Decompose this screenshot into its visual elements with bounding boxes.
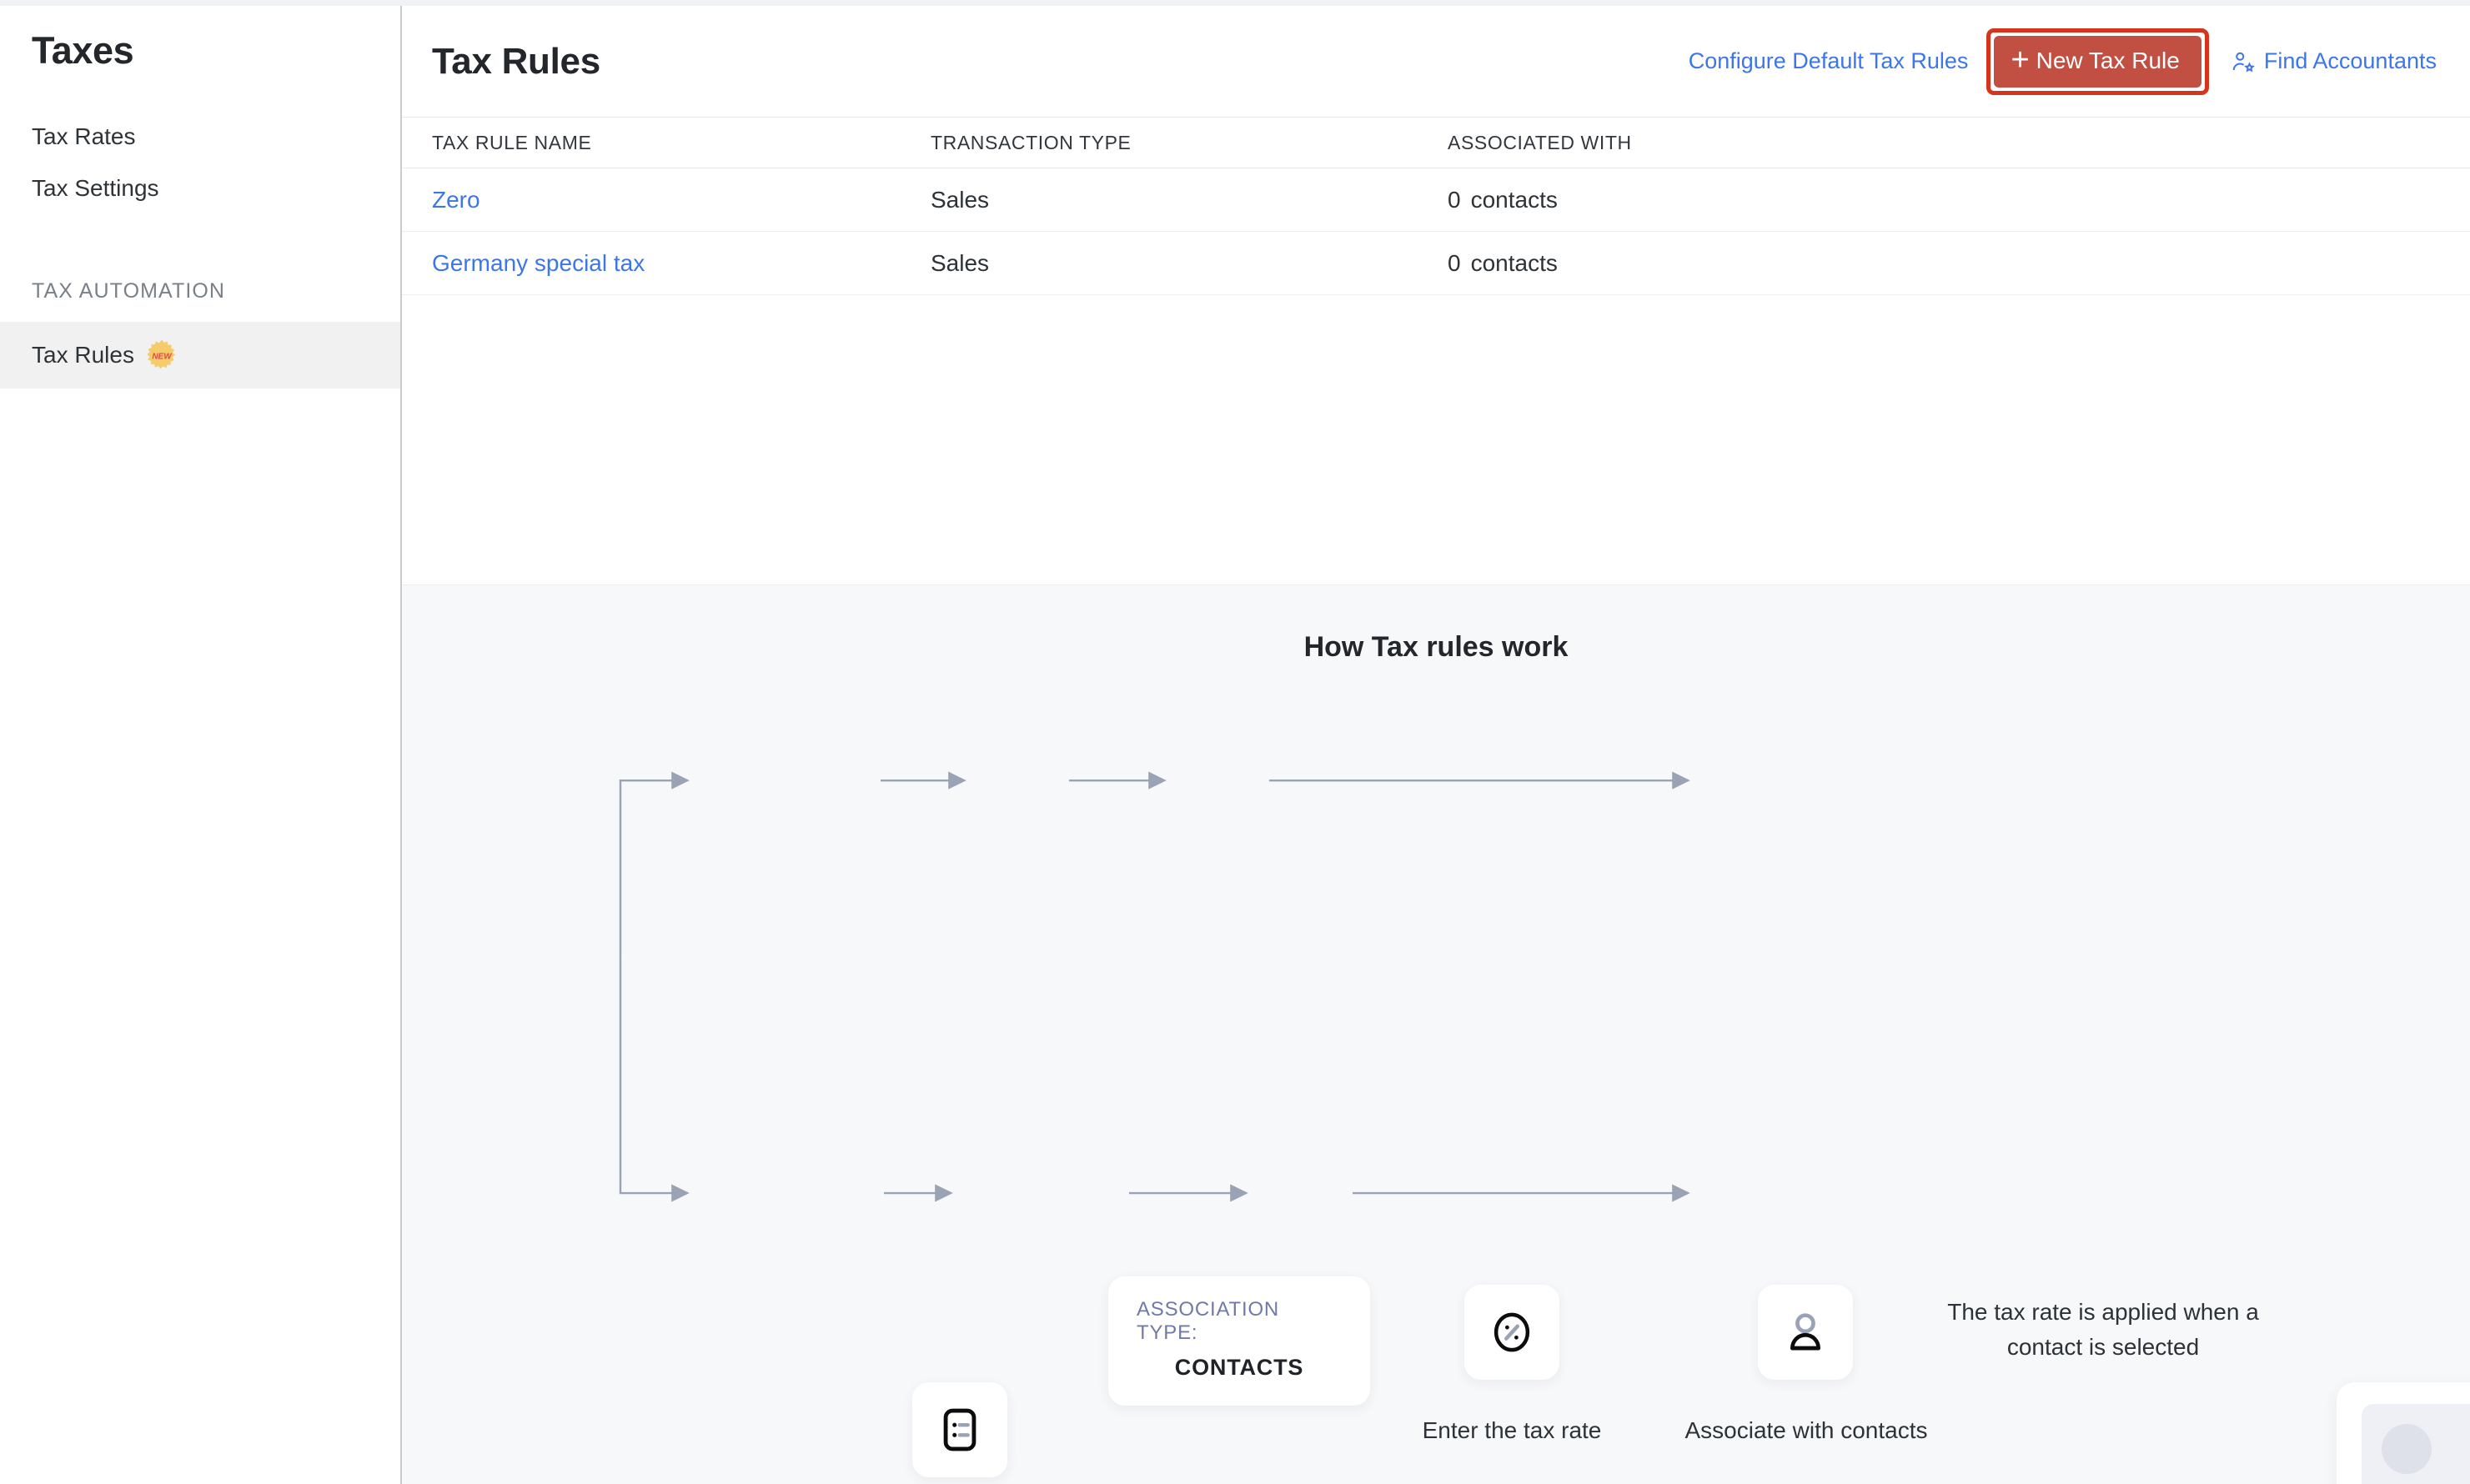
transaction-type-value: Sales bbox=[931, 250, 1448, 277]
associated-with-value: 0 contacts bbox=[1448, 187, 2470, 213]
diagram-canvas: Create Tax Rule OR ASSOCIATION TYPE: CON… bbox=[402, 664, 2470, 1484]
assoc-count: 0 bbox=[1448, 187, 1461, 213]
new-tax-rule-focus-ring: + New Tax Rule bbox=[1986, 28, 2208, 95]
person-star-icon bbox=[2231, 49, 2256, 74]
enter-tax-rate-node bbox=[1464, 1285, 1559, 1380]
column-header-associated-with: ASSOCIATED WITH bbox=[1448, 132, 2470, 154]
create-tax-rule-node bbox=[912, 1382, 1007, 1477]
table-row[interactable]: Zero Sales 0 contacts bbox=[402, 168, 2470, 232]
sidebar-item-label: Tax Rules bbox=[32, 341, 134, 369]
configure-default-tax-rules-link[interactable]: Configure Default Tax Rules bbox=[1689, 48, 1969, 74]
associated-with-value: 0 contacts bbox=[1448, 250, 2470, 277]
find-accountants-label: Find Accountants bbox=[2264, 48, 2437, 74]
window-top-strip bbox=[0, 0, 2470, 6]
transaction-preview-mock bbox=[2337, 1382, 2470, 1484]
list-document-icon bbox=[936, 1406, 984, 1454]
tax-rules-table: TAX RULE NAME TRANSACTION TYPE ASSOCIATE… bbox=[402, 117, 2470, 585]
new-tax-rule-label: New Tax Rule bbox=[2036, 48, 2180, 74]
sidebar-group-tax-automation: TAX AUTOMATION bbox=[0, 279, 400, 303]
mock-hero-banner bbox=[2362, 1404, 2470, 1484]
assoc-label: contacts bbox=[1471, 187, 1558, 213]
sidebar-nav: Tax Rates Tax Settings TAX AUTOMATION Ta… bbox=[0, 111, 400, 389]
page-header: Tax Rules Configure Default Tax Rules + … bbox=[402, 6, 2470, 117]
mock-avatar bbox=[2382, 1424, 2432, 1474]
contacts-outcome-text: The tax rate is applied when a contact i… bbox=[1928, 1295, 2278, 1365]
sidebar-item-tax-settings[interactable]: Tax Settings bbox=[0, 163, 400, 214]
column-header-transaction-type: TRANSACTION TYPE bbox=[931, 132, 1448, 154]
association-type-kicker: ASSOCIATION TYPE: bbox=[1137, 1298, 1342, 1345]
associate-with-contacts-node bbox=[1758, 1285, 1853, 1380]
how-tax-rules-work-section: How Tax rules work bbox=[402, 585, 2470, 1484]
svg-text:NEW: NEW bbox=[152, 353, 173, 362]
assoc-label: contacts bbox=[1471, 250, 1558, 276]
association-type-contacts-node: ASSOCIATION TYPE: CONTACTS bbox=[1108, 1276, 1370, 1406]
table-header-row: TAX RULE NAME TRANSACTION TYPE ASSOCIATE… bbox=[402, 117, 2470, 168]
header-actions: Configure Default Tax Rules + New Tax Ru… bbox=[1689, 28, 2437, 95]
new-tax-rule-button[interactable]: + New Tax Rule bbox=[1994, 36, 2201, 88]
table-empty-space bbox=[402, 295, 2470, 585]
enter-tax-rate-label: Enter the tax rate bbox=[1361, 1414, 1663, 1447]
transaction-type-value: Sales bbox=[931, 187, 1448, 213]
table-row[interactable]: Germany special tax Sales 0 contacts bbox=[402, 232, 2470, 295]
main-content: Tax Rules Configure Default Tax Rules + … bbox=[402, 6, 2470, 1484]
page-title: Tax Rules bbox=[432, 41, 600, 83]
diagram-title: How Tax rules work bbox=[402, 585, 2470, 664]
find-accountants-link[interactable]: Find Accountants bbox=[2231, 48, 2437, 74]
sidebar: Taxes Tax Rates Tax Settings TAX AUTOMAT… bbox=[0, 6, 402, 1484]
tax-rule-name-link[interactable]: Germany special tax bbox=[432, 250, 931, 277]
sidebar-title: Taxes bbox=[0, 28, 400, 74]
column-header-tax-rule-name: TAX RULE NAME bbox=[432, 132, 931, 154]
assoc-count: 0 bbox=[1448, 250, 1461, 276]
tax-rule-name-link[interactable]: Zero bbox=[432, 187, 931, 213]
percent-circle-icon bbox=[1489, 1310, 1534, 1355]
associate-with-contacts-label: Associate with contacts bbox=[1673, 1414, 1940, 1447]
plus-icon: + bbox=[2011, 48, 2029, 72]
sidebar-item-tax-rates[interactable]: Tax Rates bbox=[0, 111, 400, 163]
sidebar-item-tax-rules[interactable]: Tax Rules NEW bbox=[0, 322, 400, 389]
association-type-value: CONTACTS bbox=[1175, 1355, 1303, 1381]
person-icon bbox=[1782, 1309, 1829, 1356]
new-badge-icon: NEW bbox=[145, 338, 178, 372]
app-root: Taxes Tax Rates Tax Settings TAX AUTOMAT… bbox=[0, 6, 2470, 1484]
